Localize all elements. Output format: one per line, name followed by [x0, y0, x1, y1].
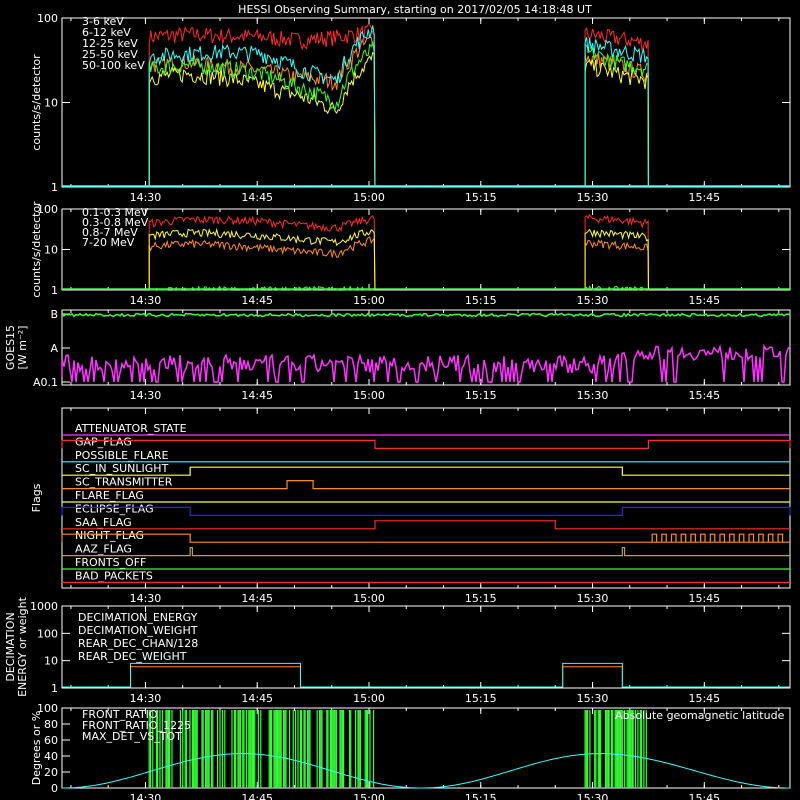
legend-entry: 50-100 keV — [82, 59, 145, 72]
flag-label: FRONTS_OFF — [75, 556, 146, 569]
x-tick-label: 15:00 — [353, 191, 385, 204]
y-tick-label: 100 — [37, 702, 58, 715]
flag-label: BAD_PACKETS — [75, 569, 153, 582]
hessi-summary-plot: HESSI Observing Summary, starting on 201… — [0, 0, 800, 800]
x-tick-label: 14:45 — [241, 692, 273, 705]
x-tick-label: 14:45 — [241, 294, 273, 307]
y-tick-label: A — [50, 342, 58, 355]
y-tick-label: 60 — [44, 734, 58, 747]
flag-label: SC_TRANSMITTER — [75, 476, 173, 489]
x-tick-label: 15:00 — [353, 389, 385, 402]
x-tick-label: 15:30 — [577, 389, 609, 402]
x-tick-label: 15:15 — [465, 692, 497, 705]
x-tick-label: 15:15 — [465, 792, 497, 800]
flag-label: POSSIBLE_FLARE — [75, 449, 169, 462]
y-tick-label: 1 — [51, 181, 58, 194]
y-tick-label: 1000 — [30, 600, 58, 613]
y-tick-label: A0.1 — [33, 376, 58, 389]
x-tick-label: 14:30 — [130, 592, 162, 605]
y-tick-label: 10 — [44, 655, 58, 668]
x-tick-label: 15:30 — [577, 592, 609, 605]
y-axis-label: counts/s/detector — [30, 54, 43, 151]
flag-label: AAZ_FLAG — [75, 543, 132, 556]
flag-label: FLARE_FLAG — [75, 489, 144, 502]
legend-entry: DECIMATION_WEIGHT — [78, 624, 198, 637]
flag-label: SC_IN_SUNLIGHT — [75, 462, 169, 475]
y-tick-label: 0 — [51, 782, 58, 795]
x-tick-label: 14:45 — [241, 792, 273, 800]
x-tick-label: 15:45 — [688, 191, 720, 204]
x-tick-label: 15:00 — [353, 592, 385, 605]
legend-entry: MAX_DET_VS_TOT — [82, 730, 182, 743]
x-tick-label: 15:30 — [577, 792, 609, 800]
x-tick-label: 14:30 — [130, 389, 162, 402]
y-tick-label: 40 — [44, 750, 58, 763]
x-tick-label: 14:45 — [241, 592, 273, 605]
flag-label: GAP_FLAG — [75, 435, 132, 448]
x-tick-label: 15:15 — [465, 592, 497, 605]
x-tick-label: 15:15 — [465, 389, 497, 402]
x-tick-label: 15:15 — [465, 294, 497, 307]
x-tick-label: 15:00 — [353, 792, 385, 800]
x-tick-label: 14:30 — [130, 191, 162, 204]
x-tick-label: 15:00 — [353, 692, 385, 705]
x-tick-label: 15:00 — [353, 294, 385, 307]
y-axis-label-2: [W m⁻²] — [16, 326, 29, 370]
flag-label: SAA_FLAG — [75, 516, 132, 529]
x-tick-label: 15:30 — [577, 294, 609, 307]
flag-label: ECLIPSE_FLAG — [75, 502, 154, 515]
y-tick-label: 100 — [37, 627, 58, 640]
y-tick-label: 80 — [44, 718, 58, 731]
y-tick-label: 1 — [51, 682, 58, 695]
y-tick-label: 1 — [51, 284, 58, 297]
x-tick-label: 14:30 — [130, 692, 162, 705]
x-tick-label: 15:30 — [577, 692, 609, 705]
flag-label: NIGHT_FLAG — [75, 529, 144, 542]
x-tick-label: 14:30 — [130, 294, 162, 307]
x-tick-label: 15:45 — [688, 792, 720, 800]
y-tick-label: B — [50, 308, 58, 321]
annotation-geomagnetic: Absolute geomagnetic latitude — [615, 709, 785, 722]
plot-title: HESSI Observing Summary, starting on 201… — [238, 3, 592, 16]
y-tick-label: 20 — [44, 766, 58, 779]
y-tick-label: 10 — [44, 97, 58, 110]
x-tick-label: 15:45 — [688, 692, 720, 705]
x-tick-label: 15:15 — [465, 191, 497, 204]
legend-entry: DECIMATION_ENERGY — [78, 611, 198, 624]
y-tick-label: 10 — [44, 244, 58, 257]
x-tick-label: 15:45 — [688, 592, 720, 605]
legend-entry: 7-20 MeV — [82, 236, 135, 249]
y-tick-label: 100 — [37, 203, 58, 216]
x-tick-label: 14:30 — [130, 792, 162, 800]
legend-entry: REAR_DEC_CHAN/128 — [78, 637, 198, 650]
x-tick-label: 14:45 — [241, 389, 273, 402]
x-tick-label: 15:45 — [688, 294, 720, 307]
y-tick-label: 100 — [37, 12, 58, 25]
flag-label: ATTENUATOR_STATE — [75, 422, 187, 435]
legend-entry: REAR_DEC_WEIGHT — [78, 650, 187, 663]
y-axis-label: Degrees or % — [30, 711, 43, 785]
x-tick-label: 15:30 — [577, 191, 609, 204]
y-axis-label-2: ENERGY or weight — [16, 596, 29, 696]
x-tick-label: 15:45 — [688, 389, 720, 402]
y-axis-label: Flags — [30, 483, 43, 512]
x-tick-label: 14:45 — [241, 191, 273, 204]
